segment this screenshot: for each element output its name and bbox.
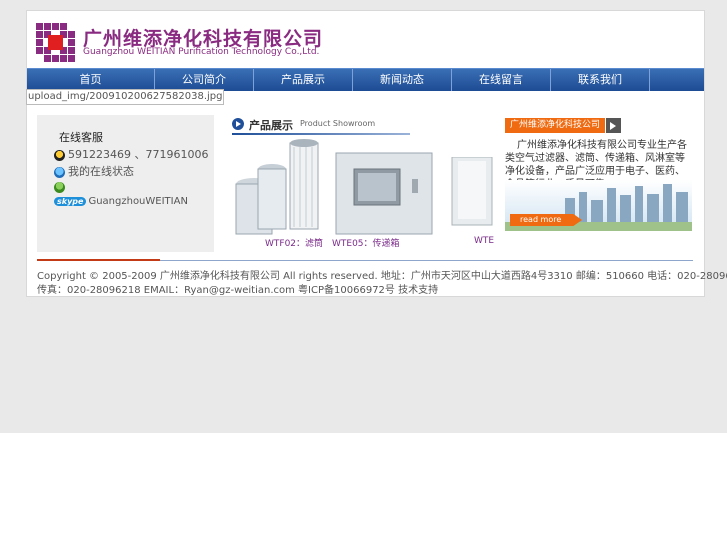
nav-about[interactable]: 公司简介 <box>155 69 254 91</box>
nav-home[interactable]: 首页 <box>27 69 155 91</box>
company-logo-icon[interactable] <box>36 23 76 63</box>
skype-id: GuangzhouWEITIAN <box>88 196 188 207</box>
product-gallery: WTF02：滤筒 WTE05：传递箱 WTE <box>232 139 494 249</box>
qq-numbers: 591223469 、771961006 <box>68 148 209 161</box>
air-shower-image[interactable] <box>450 157 494 227</box>
user-status-icon <box>54 181 65 193</box>
filter-cartridge-image[interactable] <box>232 139 322 236</box>
msn-status: 我的在线状态 <box>68 165 134 178</box>
msn-row[interactable]: 我的在线状态 <box>54 163 134 179</box>
pass-box-image[interactable] <box>334 151 434 236</box>
broken-banner-image: upload_img/200910200627582038.jpg <box>26 89 225 105</box>
showroom-title-en: Product Showroom <box>300 119 376 128</box>
skype-row[interactable]: skype GuangzhouWEITIAN <box>54 194 188 207</box>
footer-divider-accent <box>37 259 160 261</box>
nav-news[interactable]: 新闻动态 <box>353 69 452 91</box>
about-tag: 广州维添净化科技公司 <box>505 118 605 133</box>
city-skyline-image: read more <box>505 180 692 231</box>
footer-contact: 传真：020-28096218 EMAIL：Ryan@gz-weitian.co… <box>37 285 439 296</box>
qq-icon <box>54 149 65 161</box>
about-more-arrow-icon[interactable] <box>606 118 621 133</box>
qq-row[interactable]: 591223469 、771961006 <box>54 146 208 162</box>
read-more-button[interactable]: read more <box>510 214 582 226</box>
caption-wte[interactable]: WTE <box>474 236 494 246</box>
nav-contact[interactable]: 联系我们 <box>551 69 650 91</box>
online-service-panel: 在线客服 591223469 、771961006 我的在线状态 skype Gu… <box>37 115 214 252</box>
company-name-en: Guangzhou WEITIAN Purification Technolog… <box>83 47 320 57</box>
about-header: 广州维添净化科技公司 <box>505 118 621 133</box>
online-service-title: 在线客服 <box>59 131 103 144</box>
showroom-underline <box>232 133 410 135</box>
msn-icon <box>54 166 65 178</box>
caption-wte05[interactable]: WTE05：传递箱 <box>332 236 400 249</box>
footer-copyright: Copyright © 2005-2009 广州维添净化科技有限公司 All r… <box>37 271 727 282</box>
caption-wtf02[interactable]: WTF02：滤筒 <box>265 236 323 249</box>
nav-products[interactable]: 产品展示 <box>254 69 353 91</box>
showroom-title-cn: 产品展示 <box>249 119 293 132</box>
site-header: 广州维添净化科技有限公司 Guangzhou WEITIAN Purificat… <box>27 11 704 67</box>
user-row <box>54 180 68 193</box>
skype-icon: skype <box>54 196 87 206</box>
nav-guestbook[interactable]: 在线留言 <box>452 69 551 91</box>
play-arrow-icon <box>232 118 244 130</box>
main-nav: 首页 公司简介 产品展示 新闻动态 在线留言 联系我们 <box>27 68 704 91</box>
showroom-header: 产品展示 Product Showroom <box>232 117 410 135</box>
